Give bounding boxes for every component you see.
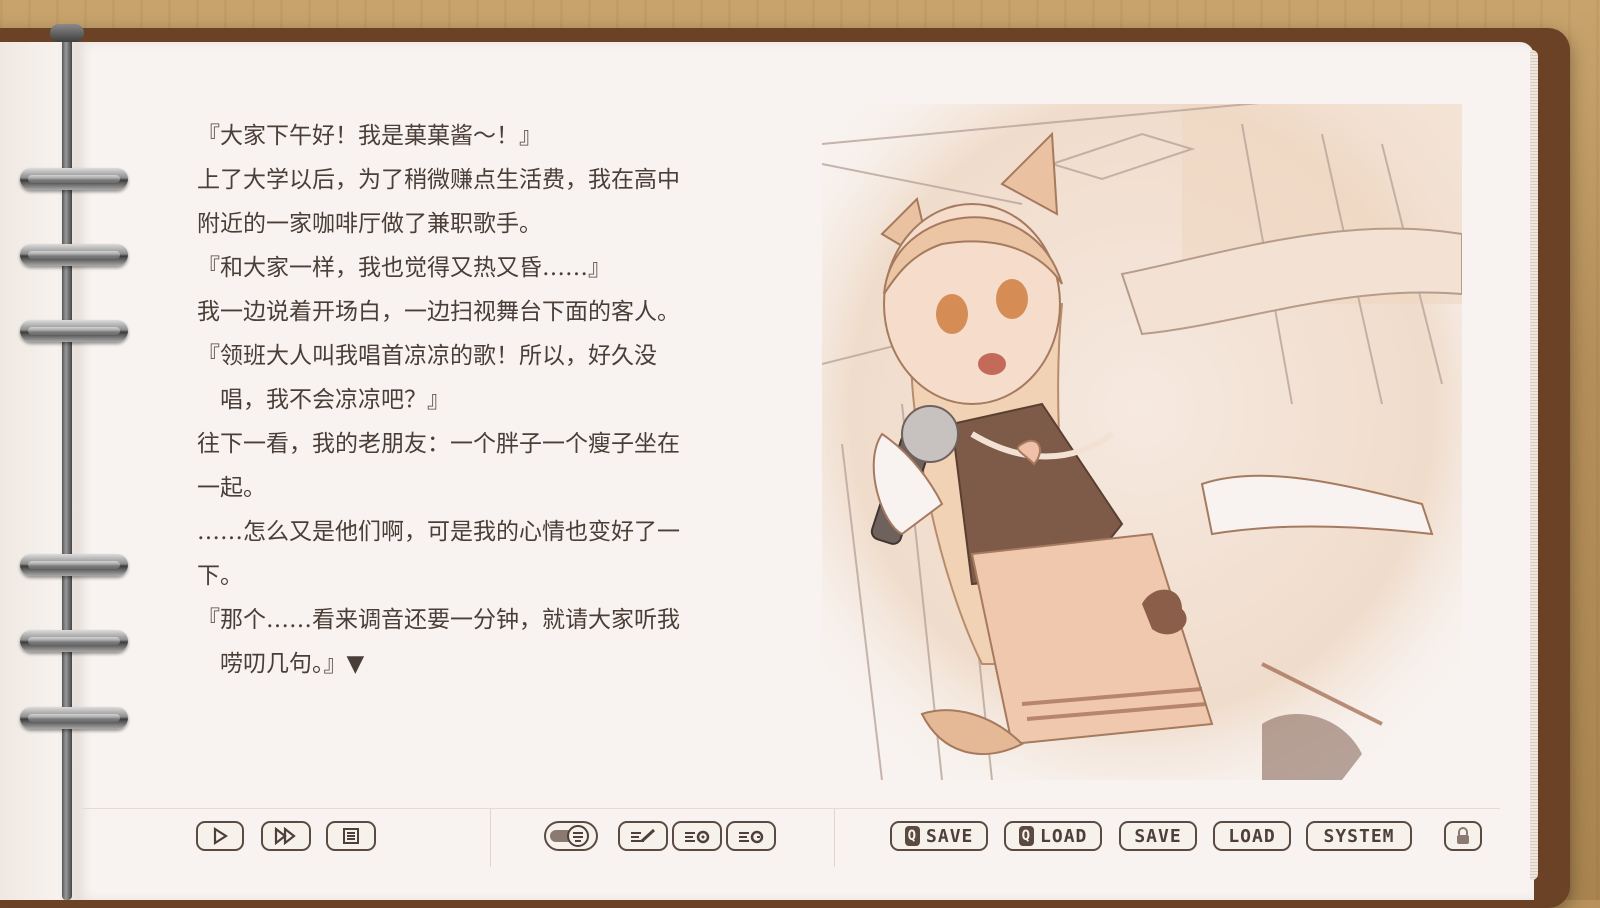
fast-forward-icon — [274, 827, 296, 845]
story-line: 『那个……看来调音还要一分钟，就请大家听我 — [197, 607, 680, 633]
save-label: SAVE — [1134, 825, 1182, 847]
story-line: 唱，我不会凉凉吧？』 — [197, 387, 450, 413]
edit-text-icon — [631, 828, 656, 843]
story-line: 『领班大人叫我唱首凉凉的歌！所以，好久没 — [197, 343, 657, 369]
quick-load-button[interactable]: Q LOAD — [1004, 821, 1102, 851]
quick-load-label: LOAD — [1040, 825, 1088, 847]
skip-button[interactable] — [261, 821, 311, 851]
binder-spine — [62, 26, 72, 900]
save-button[interactable]: SAVE — [1119, 821, 1197, 851]
binder-ring — [20, 707, 128, 729]
binder-spine-cap — [50, 24, 84, 42]
binder-ring — [20, 244, 128, 266]
edit-text-button[interactable] — [618, 821, 668, 851]
page-stack-edge — [1530, 50, 1538, 880]
quick-prefix: Q — [1018, 826, 1035, 846]
character-illustration — [822, 104, 1462, 780]
system-button[interactable]: SYSTEM — [1306, 821, 1412, 851]
binder-ring — [20, 554, 128, 576]
play-button[interactable] — [196, 821, 244, 851]
quick-prefix: Q — [904, 826, 921, 846]
binder-ring — [20, 630, 128, 652]
story-line: 下。 — [197, 563, 243, 589]
story-line: 我一边说着开场白，一边扫视舞台下面的客人。 — [197, 299, 680, 325]
story-text[interactable]: 『大家下午好！我是菓菓酱～！』 上了大学以后，为了稍微赚点生活费，我在高中 附近… — [197, 114, 757, 686]
story-line: 附近的一家咖啡厅做了兼职歌手。 — [197, 211, 542, 237]
load-label: LOAD — [1228, 825, 1276, 847]
text-settings-button[interactable] — [672, 821, 722, 851]
binder-ring — [20, 168, 128, 190]
story-line: 一起。 — [197, 475, 266, 501]
lock-icon — [1457, 827, 1469, 844]
backlog-icon — [343, 828, 359, 844]
story-line: 上了大学以后，为了稍微赚点生活费，我在高中 — [197, 167, 680, 193]
backlog-button[interactable] — [326, 821, 376, 851]
toolbar-divider — [834, 809, 835, 867]
quick-save-button[interactable]: Q SAVE — [890, 821, 988, 851]
story-line: 往下一看，我的老朋友：一个胖子一个瘦子坐在 — [197, 431, 680, 457]
auto-toggle-icon — [550, 825, 589, 847]
voice-replay-icon — [739, 830, 764, 844]
story-line: ……怎么又是他们啊，可是我的心情也变好了一 — [197, 519, 680, 545]
system-label: SYSTEM — [1323, 825, 1395, 847]
story-line: 『和大家一样，我也觉得又热又昏……』 — [197, 255, 611, 281]
toolbar-divider — [490, 809, 491, 867]
story-line: 『大家下午好！我是菓菓酱～！』 — [197, 123, 542, 149]
lock-button[interactable] — [1444, 821, 1482, 851]
auto-mode-toggle[interactable] — [544, 821, 598, 851]
play-icon — [213, 827, 229, 845]
game-toolbar: Q SAVE Q LOAD SAVE LOAD SYSTEM — [82, 808, 1500, 867]
text-settings-icon — [685, 830, 710, 844]
story-line: 唠叨几句。』▼ — [197, 651, 365, 677]
binder-ring — [20, 320, 128, 342]
load-button[interactable]: LOAD — [1213, 821, 1291, 851]
voice-replay-button[interactable] — [726, 821, 776, 851]
quick-save-label: SAVE — [926, 825, 974, 847]
